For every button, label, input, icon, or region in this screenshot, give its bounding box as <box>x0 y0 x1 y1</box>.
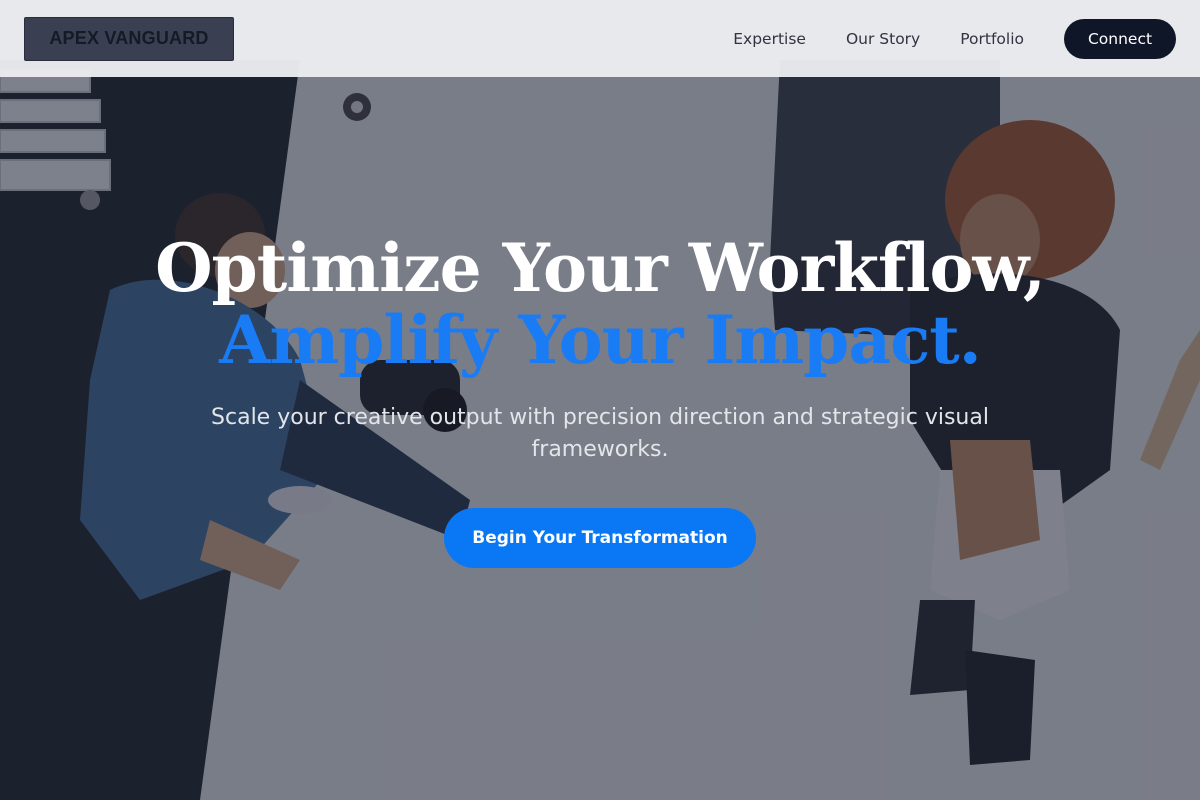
brand-logo[interactable]: APEX VANGUARD <box>24 16 234 61</box>
nav-link-our-story[interactable]: Our Story <box>846 30 920 48</box>
hero-content: Optimize Your Workflow, Amplify Your Imp… <box>0 232 1200 568</box>
headline-line-1: Optimize Your Workflow, <box>155 229 1046 307</box>
nav-link-expertise[interactable]: Expertise <box>733 30 806 48</box>
headline-line-2-accent: Amplify Your Impact. <box>219 301 981 379</box>
nav-link-portfolio[interactable]: Portfolio <box>960 30 1024 48</box>
hero-headline: Optimize Your Workflow, Amplify Your Imp… <box>0 232 1200 376</box>
primary-nav: Expertise Our Story Portfolio Connect <box>733 18 1176 59</box>
begin-transformation-button[interactable]: Begin Your Transformation <box>444 508 756 568</box>
hero-subtitle: Scale your creative output with precisio… <box>211 405 989 462</box>
top-navigation-bar: APEX VANGUARD Expertise Our Story Portfo… <box>0 0 1200 77</box>
connect-button[interactable]: Connect <box>1064 18 1176 59</box>
